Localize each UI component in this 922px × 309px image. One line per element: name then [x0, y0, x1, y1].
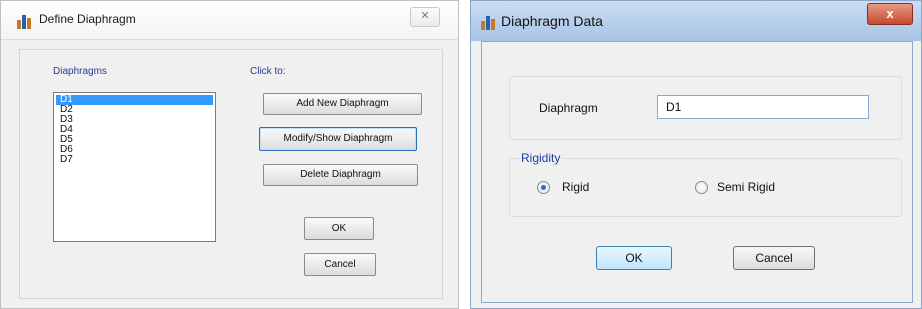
title-bar[interactable]: Define Diaphragm ✕: [1, 1, 458, 40]
diaphragms-label: Diaphragms: [53, 66, 107, 77]
app-icon: [17, 13, 33, 29]
cancel-button[interactable]: Cancel: [304, 253, 376, 276]
rigid-label[interactable]: Rigid: [562, 180, 589, 194]
close-button[interactable]: ✕: [410, 7, 440, 27]
rigid-radio[interactable]: [537, 181, 550, 194]
title-bar[interactable]: Diaphragm Data x: [471, 1, 921, 41]
ok-button[interactable]: OK: [596, 246, 672, 270]
radio-selected-dot: [541, 185, 546, 190]
delete-diaphragm-button[interactable]: Delete Diaphragm: [263, 164, 418, 186]
rigidity-group-title: Rigidity: [520, 151, 562, 165]
list-item[interactable]: D2: [56, 105, 213, 115]
semi-rigid-radio[interactable]: [695, 181, 708, 194]
add-new-diaphragm-button[interactable]: Add New Diaphragm: [263, 93, 422, 115]
diaphragm-label: Diaphragm: [539, 101, 598, 115]
diaphragm-list[interactable]: D1 D2 D3 D4 D5 D6 D7: [53, 92, 216, 242]
close-icon: ✕: [420, 10, 430, 22]
ok-button[interactable]: OK: [304, 217, 374, 240]
semi-rigid-label[interactable]: Semi Rigid: [717, 180, 775, 194]
dialog-title: Define Diaphragm: [39, 12, 136, 26]
list-item[interactable]: D5: [56, 135, 213, 145]
diaphragm-name-field[interactable]: D1: [657, 95, 869, 119]
app-icon: [481, 14, 497, 30]
list-item[interactable]: D3: [56, 115, 213, 125]
list-item[interactable]: D4: [56, 125, 213, 135]
list-item[interactable]: D1: [56, 95, 213, 105]
list-item[interactable]: D6: [56, 145, 213, 155]
close-button[interactable]: x: [867, 3, 913, 25]
dialog-title: Diaphragm Data: [501, 13, 603, 29]
cancel-button[interactable]: Cancel: [733, 246, 815, 270]
define-diaphragm-dialog: Define Diaphragm ✕ Diaphragms Click to: …: [0, 0, 459, 309]
modify-show-diaphragm-button[interactable]: Modify/Show Diaphragm: [259, 127, 417, 151]
list-item[interactable]: D7: [56, 155, 213, 165]
close-icon: x: [886, 6, 894, 21]
click-to-label: Click to:: [250, 66, 286, 77]
